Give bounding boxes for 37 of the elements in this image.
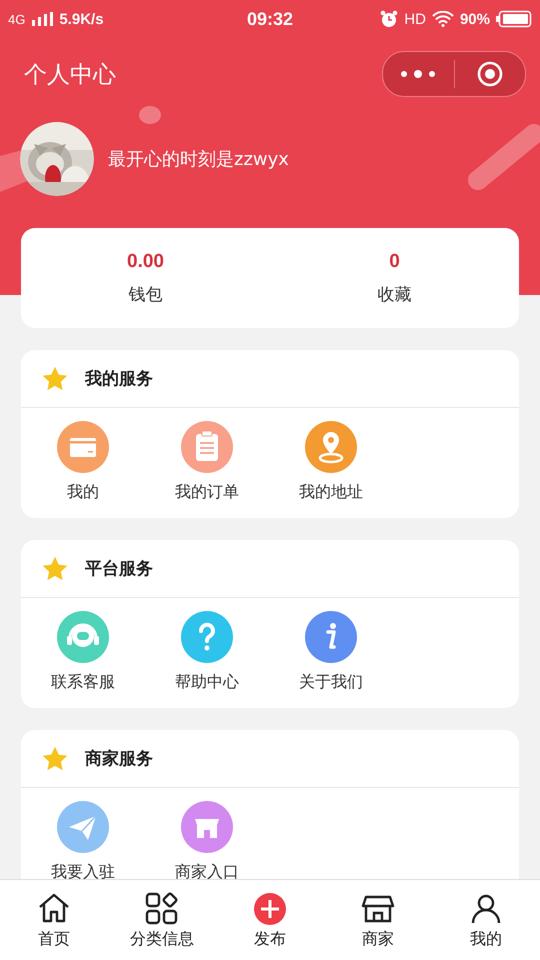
tab-item[interactable]: 发布	[216, 880, 324, 960]
network-type: 4G	[8, 12, 26, 26]
tab-item[interactable]: 我的	[432, 880, 540, 960]
wifi-icon	[432, 11, 454, 27]
target-icon	[476, 61, 503, 87]
decoration-stripe-drawing	[468, 124, 540, 190]
battery-icon	[496, 10, 532, 28]
service-item[interactable]: 我的订单	[145, 421, 269, 503]
battery-percent: 90%	[460, 10, 490, 28]
alarm-icon	[380, 10, 398, 28]
stat-value: 0	[389, 250, 400, 272]
plus-icon	[252, 890, 288, 926]
star-icon	[41, 744, 69, 772]
star-icon	[41, 364, 69, 392]
section-title: 平台服务	[85, 558, 153, 580]
tab-item[interactable]: 首页	[0, 880, 108, 960]
hd-indicator: HD	[404, 10, 426, 28]
stat-value: 0.00	[127, 250, 164, 272]
section-title: 商家服务	[85, 748, 153, 770]
signal-icon	[31, 12, 54, 26]
service-item[interactable]: 帮助中心	[145, 611, 269, 693]
star-icon	[41, 554, 69, 582]
grid-icon	[144, 890, 180, 926]
network-speed: 5.9K/s	[59, 10, 104, 28]
service-item[interactable]: 我的地址	[269, 421, 393, 503]
service-item[interactable]: 我的	[21, 421, 145, 503]
tab-item[interactable]: 分类信息	[108, 880, 216, 960]
page-title: 个人中心	[24, 60, 116, 90]
decoration-dot-drawing	[139, 106, 161, 124]
tab-item[interactable]: 商家	[324, 880, 432, 960]
stat-label[interactable]: 收藏	[378, 282, 412, 306]
stat-label[interactable]: 钱包	[128, 282, 162, 306]
status-time: 09:32	[246, 8, 294, 30]
service-item[interactable]: 联系客服	[21, 611, 145, 693]
user-name: 最开心的时刻是zzwyx	[108, 148, 289, 171]
section-title: 我的服务	[85, 368, 153, 390]
service-item[interactable]: 关于我们	[269, 611, 393, 693]
